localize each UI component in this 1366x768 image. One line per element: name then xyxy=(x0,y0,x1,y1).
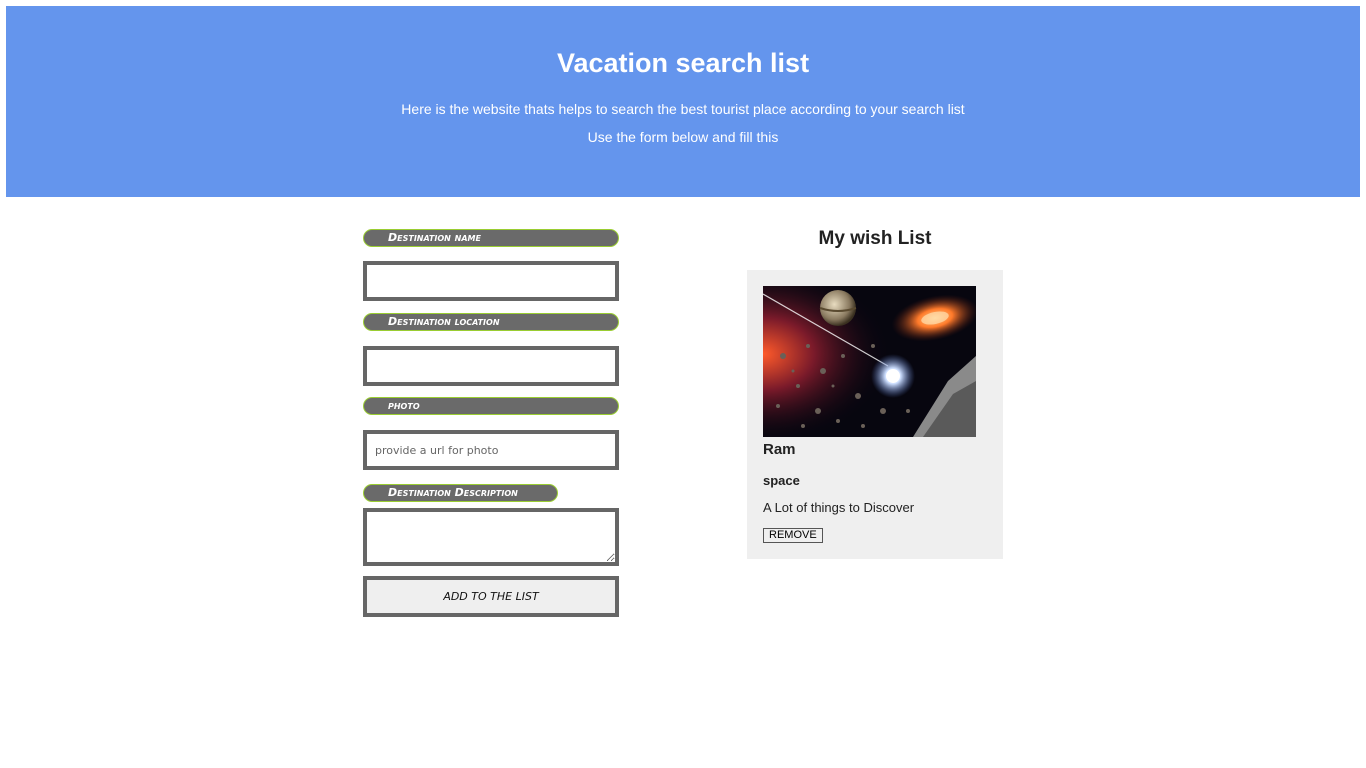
remove-button[interactable]: REMOVE xyxy=(763,528,823,543)
add-to-list-button[interactable]: Add to the list xyxy=(363,576,619,617)
destination-name-input[interactable] xyxy=(363,261,619,301)
photo-url-input[interactable] xyxy=(363,430,619,470)
card-destination-name: Ram xyxy=(763,441,796,458)
space-scene-image xyxy=(763,286,976,437)
page-title: Vacation search list xyxy=(556,48,810,78)
page-instruction: Use the form below and fill this xyxy=(587,129,779,145)
wishlist-card: Ram space A Lot of things to Discover RE… xyxy=(747,270,1003,559)
destination-description-input[interactable] xyxy=(363,508,619,566)
page-header: Vacation search list Here is the website… xyxy=(6,6,1360,197)
wishlist-title: My wish List xyxy=(818,228,932,249)
page-subtitle: Here is the website thats helps to searc… xyxy=(401,101,965,117)
card-destination-location: space xyxy=(763,473,800,488)
destination-name-label: Destination name xyxy=(363,229,619,247)
destination-location-input[interactable] xyxy=(363,346,619,386)
destination-location-label: Destination location xyxy=(363,313,619,331)
photo-label: photo xyxy=(363,397,619,415)
card-destination-description: A Lot of things to Discover xyxy=(763,500,915,515)
destination-description-label: Destination Description xyxy=(363,484,558,502)
